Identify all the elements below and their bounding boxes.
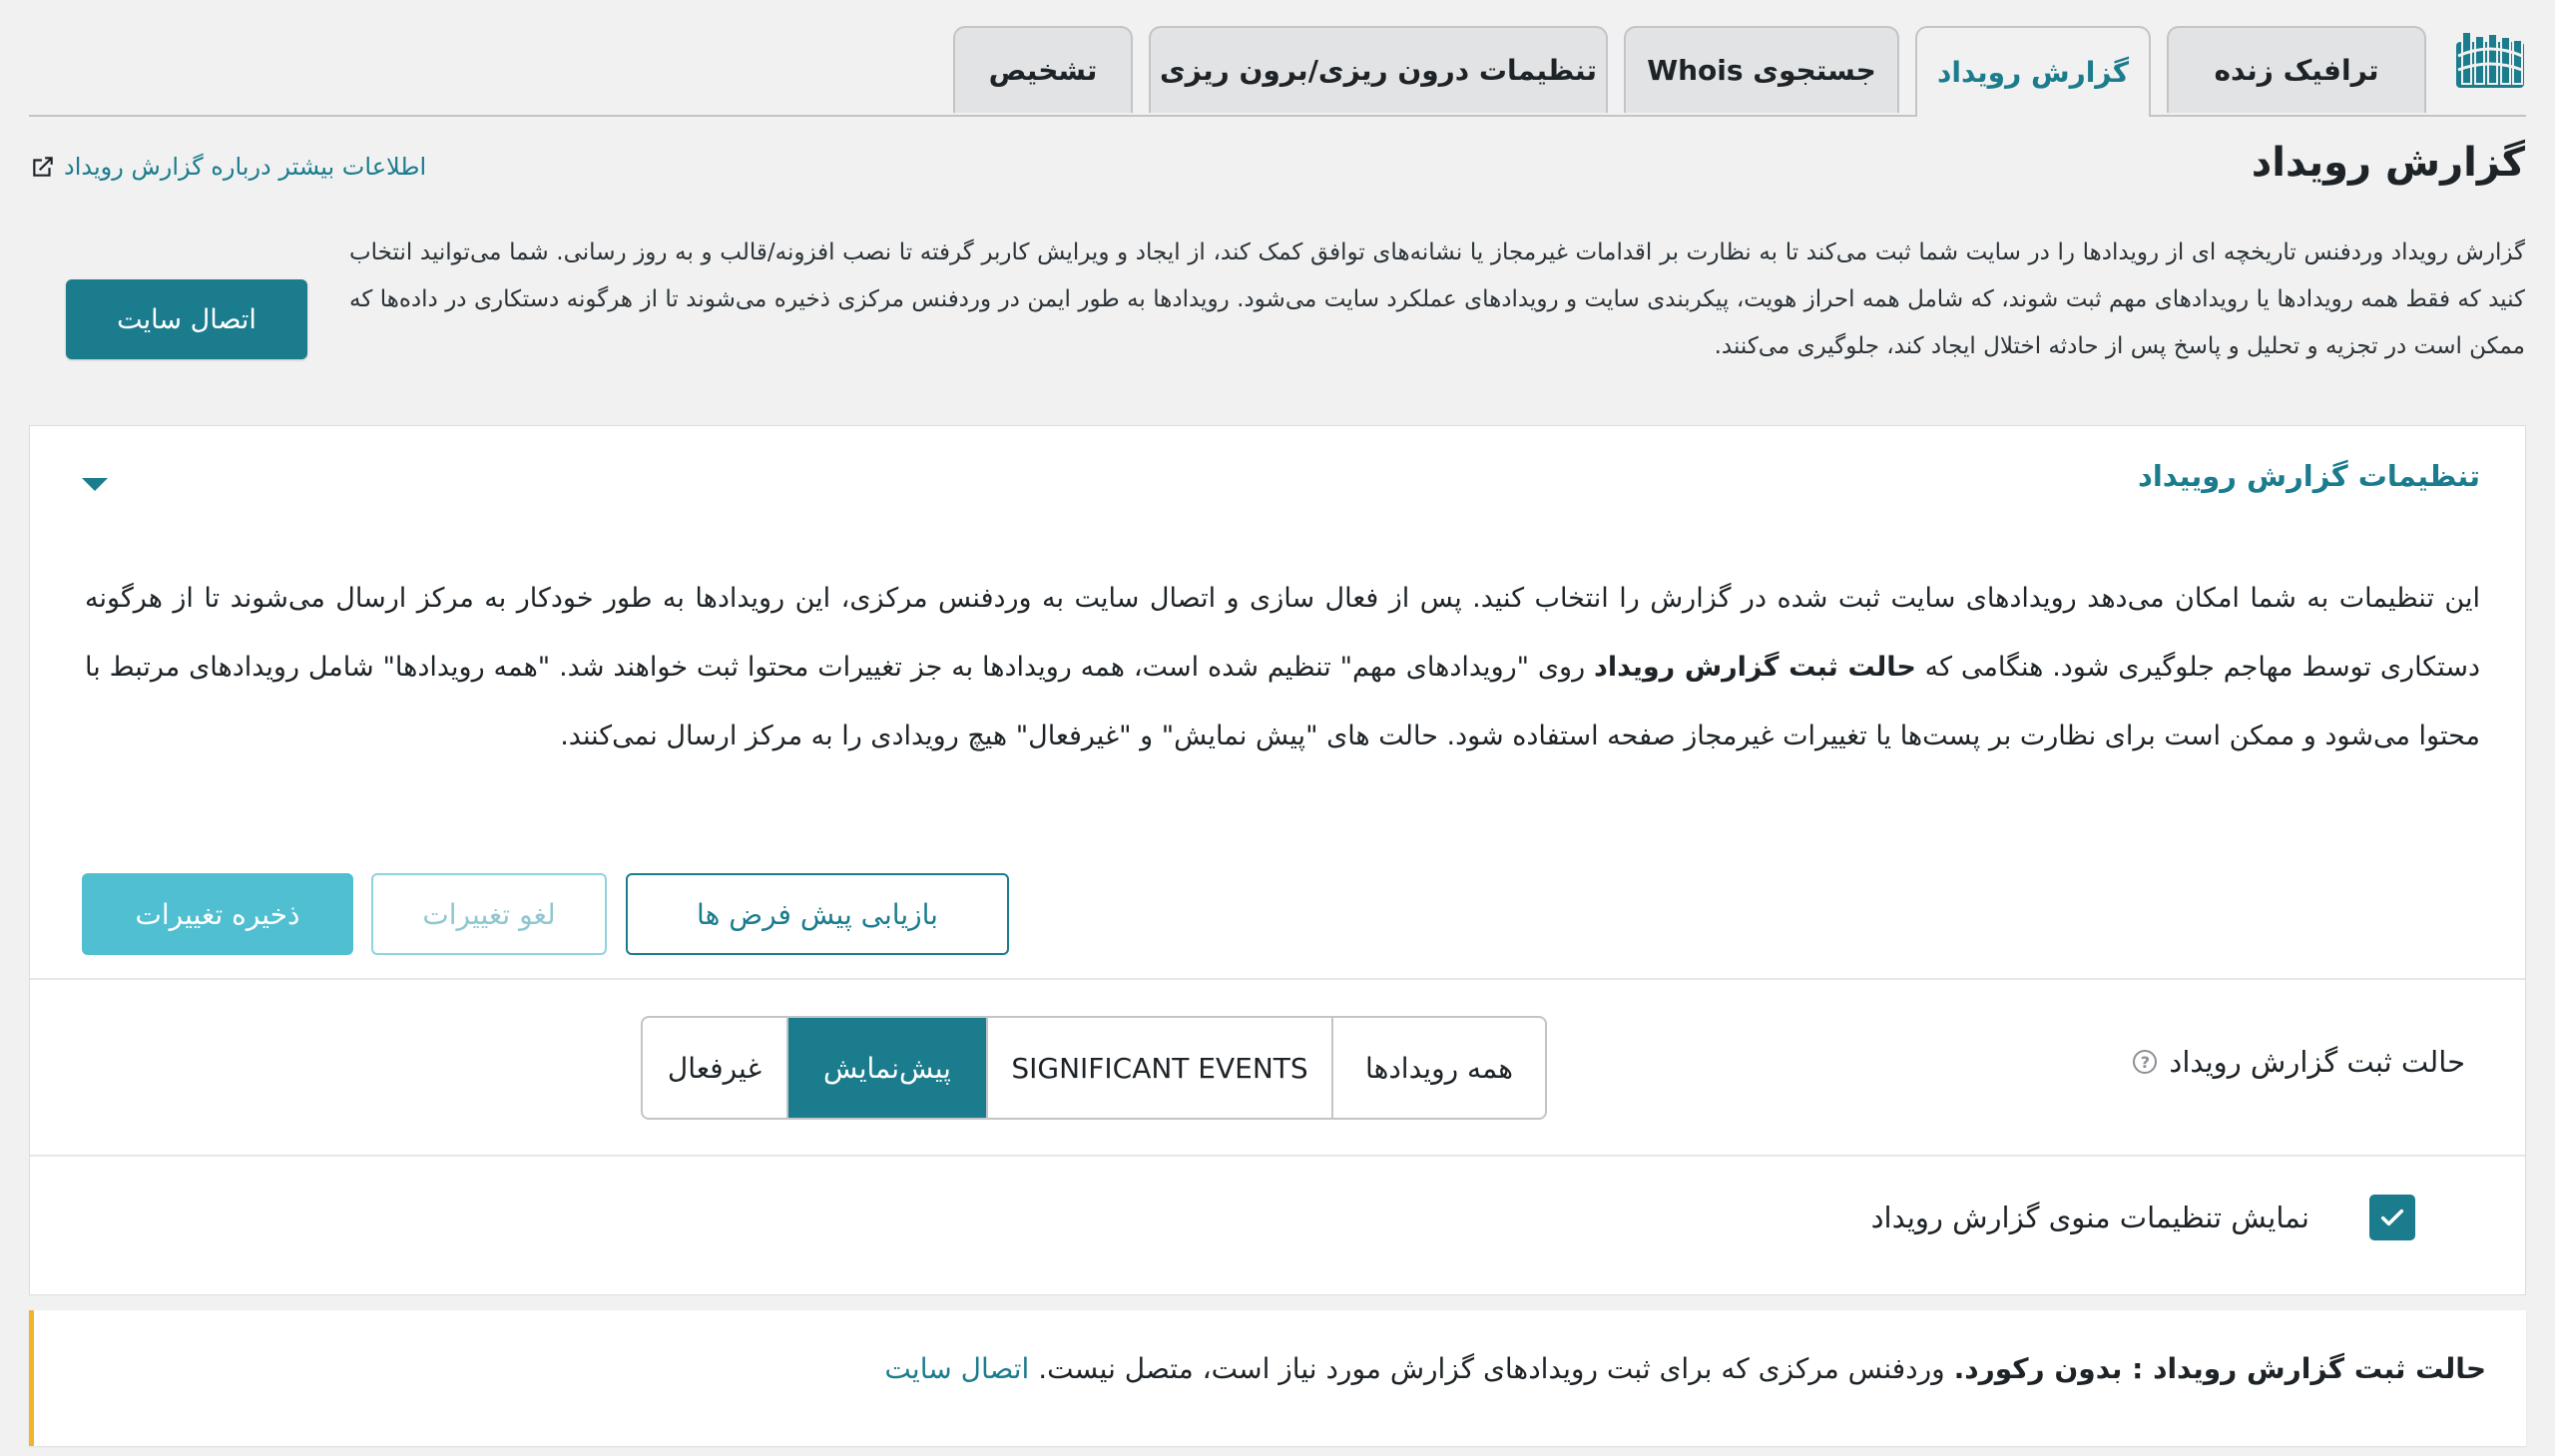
tab-audit-log[interactable]: گزارش رویداد	[1915, 26, 2151, 117]
notice-message: وردفنس مرکزی که برای ثبت رویدادهای گزارش…	[1029, 1352, 1954, 1385]
collapse-caret-icon[interactable]	[82, 478, 108, 491]
settings-panel: تنظیمات گزارش روییداد این تنظیمات به شما…	[29, 425, 2526, 1295]
save-changes-button[interactable]: ذخیره تغییرات	[82, 873, 353, 955]
audit-log-description: گزارش رویداد وردفنس تاریخچه ای از رویداد…	[349, 240, 2525, 359]
logging-mode-selector: همه رویدادها SIGNIFICANT EVENTS پیش‌نمای…	[641, 1016, 1547, 1120]
menu-settings-label: نمایش تنظیمات منوی گزارش رویداد	[1870, 1201, 2309, 1234]
settings-panel-title: تنظیمات گزارش روییداد	[2137, 459, 2480, 493]
connect-site-button[interactable]: اتصال سایت	[66, 279, 307, 359]
divider	[30, 978, 2525, 980]
tab-bar: ترافیک زنده گزارش رویداد جستجوی Whois تن…	[29, 0, 2526, 117]
mode-preview[interactable]: پیش‌نمایش	[786, 1018, 986, 1118]
tab-live-traffic[interactable]: ترافیک زنده	[2167, 26, 2426, 113]
menu-settings-row: نمایش تنظیمات منوی گزارش رویداد	[1871, 1195, 2415, 1240]
tab-whois-lookup[interactable]: جستجوی Whois	[1624, 26, 1899, 113]
cancel-changes-button[interactable]: لغو تغییرات	[371, 873, 607, 955]
notice-connect-link[interactable]: اتصال سایت	[884, 1352, 1029, 1385]
logging-mode-text: حالت ثبت گزارش رویداد	[2169, 1045, 2465, 1079]
menu-settings-checkbox[interactable]	[2369, 1195, 2415, 1240]
settings-description-bold: حالت ثبت گزارش رویداد	[1594, 652, 1916, 683]
mode-disabled[interactable]: غیرفعال	[643, 1018, 786, 1118]
wordfence-logo-icon	[2456, 31, 2524, 88]
logging-status-notice: حالت ثبت گزارش رویداد : بدون رکورد. وردف…	[29, 1310, 2526, 1446]
logging-mode-label: حالت ثبت گزارش رویداد ?	[2133, 1045, 2465, 1079]
notice-bold: حالت ثبت گزارش رویداد : بدون رکورد.	[1953, 1352, 2486, 1385]
notice-text: حالت ثبت گزارش رویداد : بدون رکورد. وردف…	[884, 1352, 2486, 1385]
tab-import-export[interactable]: تنظیمات درون ریزی/برون ریزی	[1149, 26, 1608, 113]
settings-description: این تنظیمات به شما امکان می‌دهد رویدادها…	[85, 564, 2480, 770]
tab-diagnostics[interactable]: تشخیص	[953, 26, 1133, 113]
learn-more-link[interactable]: اطلاعات بیشتر درباره گزارش رویداد	[30, 153, 426, 181]
divider	[30, 1155, 2525, 1157]
help-icon[interactable]: ?	[2133, 1050, 2158, 1074]
restore-defaults-button[interactable]: بازیابی پیش فرض ها	[626, 873, 1009, 955]
checkmark-icon	[2380, 1209, 2404, 1226]
mode-all-events[interactable]: همه رویدادها	[1331, 1018, 1545, 1118]
page-title: گزارش رویداد	[2251, 140, 2525, 186]
learn-more-label: اطلاعات بیشتر درباره گزارش رویداد	[64, 153, 427, 181]
mode-significant-events[interactable]: SIGNIFICANT EVENTS	[986, 1018, 1331, 1118]
external-link-icon	[33, 157, 53, 177]
